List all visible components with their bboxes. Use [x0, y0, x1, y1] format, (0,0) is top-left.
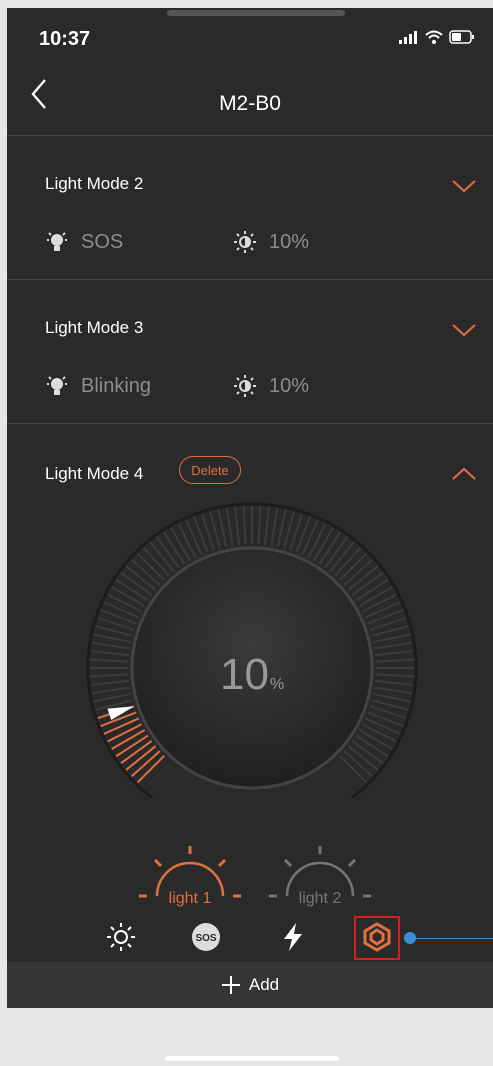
light-tab-2[interactable]: light 2 — [265, 838, 375, 908]
app-screen: 10:37 M2-B0 Light Mode 2 SOS 10% Light M… — [7, 8, 493, 1008]
dial-tick — [364, 601, 401, 619]
dial-tick — [242, 506, 247, 545]
bulb-icon — [47, 232, 67, 251]
dial-tick — [270, 507, 279, 546]
mode-brightness: 10% — [233, 374, 309, 398]
mode-title: Light Mode 3 — [45, 318, 144, 337]
status-time: 10:37 — [39, 28, 91, 50]
plus-icon — [221, 976, 240, 994]
status-bar: 10:37 — [7, 8, 493, 68]
dial-tick — [225, 507, 234, 546]
navigation-bar: M2-B0 — [7, 68, 493, 136]
dial-tick — [362, 723, 397, 743]
dial-tick — [301, 519, 319, 556]
chevron-up-icon[interactable] — [449, 464, 479, 484]
dial-tick — [103, 717, 140, 735]
dial-tick — [170, 527, 191, 562]
annotation-pointer-dot — [404, 932, 416, 944]
brightness-icon — [234, 375, 256, 397]
page-title: M2-B0 — [219, 92, 281, 115]
dial-tick — [375, 679, 414, 686]
battery-icon — [449, 30, 474, 44]
dial-tick — [276, 509, 287, 547]
mode-icon-bar: SOS — [7, 911, 493, 963]
mode-title: Light Mode 4 — [45, 464, 144, 483]
mode-brightness-label: 10% — [269, 230, 310, 253]
add-label: Add — [248, 975, 280, 994]
dial-tick — [177, 523, 197, 558]
dial-tick — [307, 523, 327, 558]
mode-type: Blinking — [45, 374, 151, 398]
status-icons — [399, 30, 475, 44]
dial-tick — [373, 633, 411, 644]
dial-tick — [373, 692, 411, 703]
divider — [7, 135, 493, 136]
dial-tick — [374, 686, 413, 695]
svg-text:SOS: SOS — [195, 933, 216, 944]
lightning-icon[interactable] — [277, 921, 309, 953]
delete-button[interactable]: Delete — [179, 456, 241, 484]
mode-brightness-label: 10% — [269, 374, 310, 397]
dial-tick — [234, 506, 241, 545]
mode-type-label: SOS — [81, 230, 124, 253]
dial-tick — [263, 506, 270, 545]
light-2-icon — [269, 846, 371, 898]
annotation-pointer-line — [411, 938, 493, 939]
dial-tick — [90, 673, 129, 678]
dial-tick — [90, 658, 129, 663]
dial-tick — [93, 633, 131, 644]
dial-tick — [93, 692, 131, 703]
dial-tick — [185, 519, 203, 556]
dial-tick — [91, 686, 130, 695]
dial-value: 10% — [220, 650, 284, 700]
dial-value-unit: % — [269, 676, 285, 693]
dial-tick — [107, 723, 142, 743]
dial-tick — [107, 593, 142, 613]
sos-icon[interactable]: SOS — [190, 921, 222, 953]
dial-tick — [90, 650, 129, 657]
sun-icon[interactable] — [105, 921, 137, 953]
dial-tick — [364, 717, 401, 735]
dial-tick — [374, 641, 413, 650]
dial-tick — [358, 586, 393, 607]
dial-tick — [375, 650, 414, 657]
brightness-icon — [234, 231, 256, 253]
light-tab-label: light 1 — [168, 890, 212, 907]
signal-icon — [399, 31, 417, 44]
chevron-down-icon[interactable] — [449, 176, 479, 196]
add-button[interactable]: Add — [7, 962, 493, 1008]
light-tabs: light 1 light 2 — [7, 838, 493, 908]
dial-tick — [362, 593, 397, 613]
dial-tick — [313, 527, 334, 562]
dial-tick — [358, 729, 393, 750]
divider — [7, 279, 493, 280]
hexagon-spiral-icon[interactable] — [361, 921, 393, 953]
dial-tick — [91, 641, 130, 650]
light-tab-label: light 2 — [298, 890, 342, 907]
dial-tick — [375, 658, 414, 663]
light-1-icon — [139, 846, 241, 898]
mode-type-label: Blinking — [81, 374, 152, 397]
wifi-icon — [425, 30, 443, 44]
dial-tick — [111, 729, 146, 750]
mode-type: SOS — [45, 230, 123, 254]
mode-brightness: 10% — [233, 230, 309, 254]
dial-value-number: 10 — [220, 650, 269, 699]
divider — [7, 423, 493, 424]
dial-tick — [375, 673, 414, 678]
chevron-down-icon[interactable] — [449, 320, 479, 340]
dial-tick — [217, 509, 228, 547]
home-indicator — [165, 1056, 339, 1061]
mode-title: Light Mode 2 — [45, 174, 144, 193]
dial-tick — [90, 679, 129, 686]
brightness-dial[interactable] — [82, 498, 422, 798]
bulb-icon — [47, 376, 67, 395]
dial-tick — [111, 586, 146, 607]
dial-tick — [103, 601, 140, 619]
dial-tick — [257, 506, 262, 545]
light-tab-1[interactable]: light 1 — [135, 838, 245, 908]
